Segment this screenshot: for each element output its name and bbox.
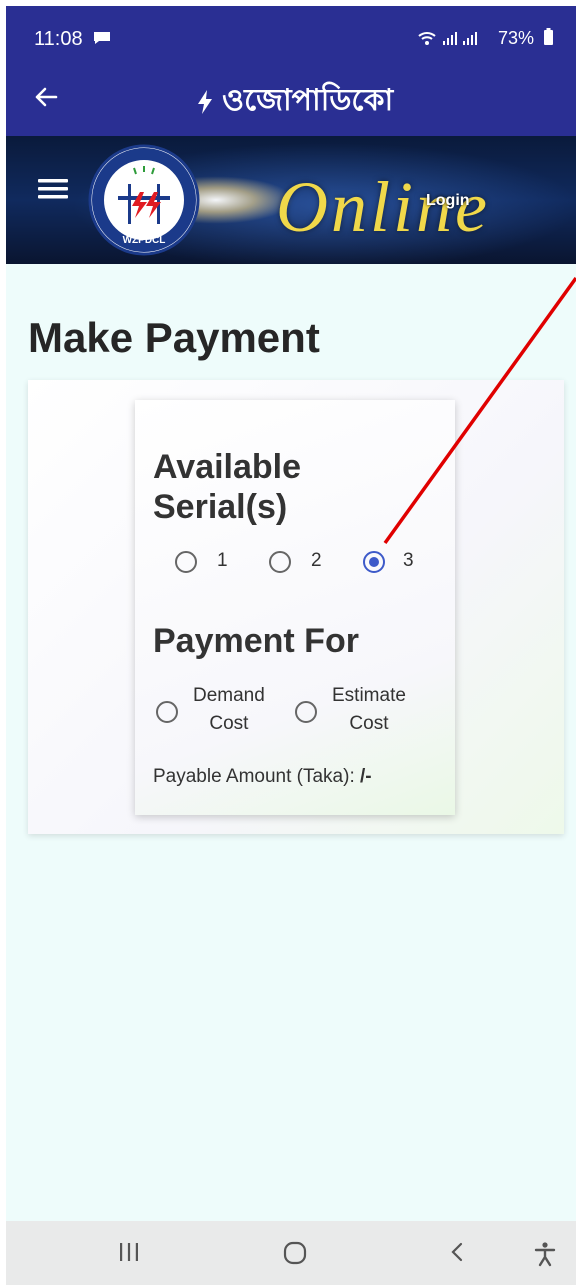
app-title-text: ওজোপাডিকো <box>222 83 394 118</box>
serials-heading: Available Serial(s) <box>153 448 302 526</box>
serial-label-1: 1 <box>217 550 228 571</box>
screen: 11:08 73% ওজোপাডিকো WZPDCL Online Login … <box>6 6 576 1285</box>
back-icon[interactable] <box>446 1241 468 1263</box>
serial-radio-2[interactable] <box>269 551 291 573</box>
wzpdcl-logo: WZPDCL <box>88 144 200 256</box>
accessibility-icon[interactable] <box>532 1241 558 1267</box>
back-arrow-icon[interactable] <box>32 83 60 111</box>
signal-icon <box>443 32 457 45</box>
demand-cost-label: Demand Cost <box>193 682 265 738</box>
payment-card: Available Serial(s) 1 2 3 Payment For De… <box>28 380 564 834</box>
battery-percent: 73% <box>497 28 534 48</box>
home-icon[interactable] <box>283 1241 307 1265</box>
serial-radio-1[interactable] <box>175 551 197 573</box>
serial-radio-3[interactable] <box>363 551 385 573</box>
wifi-icon <box>418 32 436 45</box>
demand-cost-line2: Cost <box>209 713 249 734</box>
status-bar: 11:08 73% <box>6 6 576 58</box>
signal-icon <box>463 32 477 45</box>
recent-apps-icon[interactable] <box>118 1241 140 1263</box>
serial-label-3: 3 <box>403 550 414 571</box>
payable-value: /- <box>360 766 372 787</box>
estimate-cost-radio[interactable] <box>295 701 317 723</box>
lightning-icon <box>198 89 212 114</box>
system-nav-bar <box>6 1221 576 1285</box>
serial-label-2: 2 <box>311 550 322 571</box>
payment-for-heading: Payment For <box>153 622 359 660</box>
payment-form: Available Serial(s) 1 2 3 Payment For De… <box>135 400 455 815</box>
app-title: ওজোপাডিকো <box>196 76 393 127</box>
status-time: 11:08 <box>34 28 83 50</box>
logo-text: WZPDCL <box>123 235 166 246</box>
estimate-cost-line2: Cost <box>349 713 389 734</box>
app-bar: ওজোপাডিকো <box>6 58 576 136</box>
payable-amount: Payable Amount (Taka): /- <box>153 766 372 788</box>
battery-icon <box>544 28 553 45</box>
page-title: Make Payment <box>28 314 320 361</box>
estimate-cost-label: Estimate Cost <box>332 682 406 738</box>
demand-cost-line1: Demand <box>193 685 265 706</box>
header-banner: WZPDCL Online Login <box>6 136 576 264</box>
demand-cost-radio[interactable] <box>156 701 178 723</box>
estimate-cost-line1: Estimate <box>332 685 406 706</box>
login-link[interactable]: Login <box>426 192 470 210</box>
payable-label: Payable Amount (Taka): <box>153 766 355 787</box>
menu-icon[interactable] <box>38 178 68 200</box>
message-icon <box>94 32 110 44</box>
